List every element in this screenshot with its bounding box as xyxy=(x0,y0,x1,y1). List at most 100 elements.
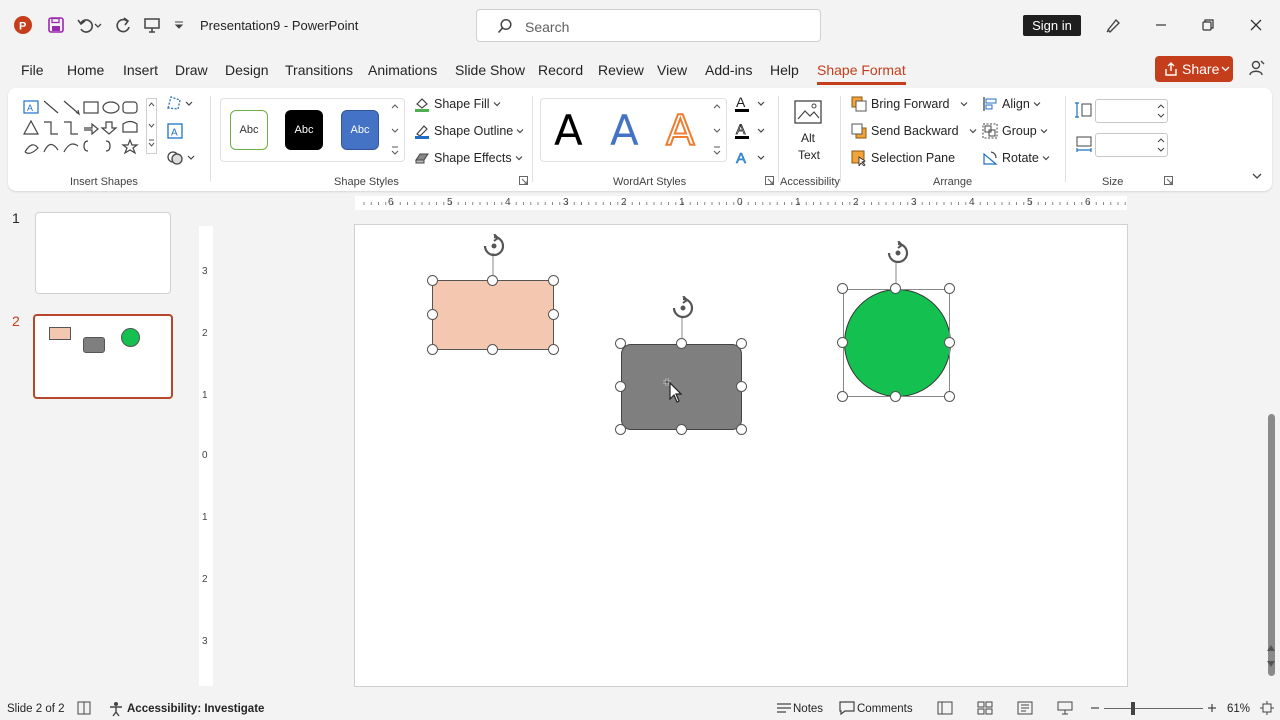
sign-in-button[interactable]: Sign in xyxy=(1023,15,1081,36)
undo-dropdown-chevron-icon[interactable] xyxy=(92,14,104,36)
slide-show-view-icon[interactable] xyxy=(1057,701,1073,715)
present-from-start-icon[interactable] xyxy=(141,14,163,36)
shapes-gallery-scroll[interactable] xyxy=(146,98,158,154)
merge-shapes-icon[interactable] xyxy=(166,148,196,166)
rotate-handle-icon[interactable] xyxy=(886,241,910,265)
text-fill-icon[interactable]: A xyxy=(734,94,768,114)
accessibility-icon[interactable] xyxy=(108,701,124,717)
resize-handle[interactable] xyxy=(837,337,848,348)
shape-style-outline-green[interactable]: Abc xyxy=(230,110,268,150)
wordart-style-blue-gradient[interactable]: A xyxy=(610,106,639,155)
shape-style-black[interactable]: Abc xyxy=(285,110,323,150)
ribbon-collapse-chevron-icon[interactable] xyxy=(1251,171,1263,181)
resize-handle[interactable] xyxy=(615,424,626,435)
tab-home[interactable]: Home xyxy=(67,62,104,78)
align-button[interactable]: Align xyxy=(982,96,1041,112)
shape-height-input[interactable] xyxy=(1095,99,1168,123)
shape-style-blue[interactable]: Abc xyxy=(341,110,379,150)
shape-effects-button[interactable]: Shape Effects xyxy=(414,150,523,166)
copilot-person-icon[interactable] xyxy=(1246,57,1268,79)
group-button[interactable]: Group xyxy=(982,123,1048,139)
resize-handle[interactable] xyxy=(736,338,747,349)
fit-to-window-icon[interactable] xyxy=(1260,701,1274,715)
save-icon[interactable] xyxy=(45,14,67,36)
resize-handle[interactable] xyxy=(890,283,901,294)
spelling-check-icon[interactable] xyxy=(77,701,91,715)
dialog-launcher-icon[interactable] xyxy=(519,176,529,186)
height-spinner-icon[interactable] xyxy=(1156,102,1166,120)
vertical-scrollbar-thumb[interactable] xyxy=(1268,414,1275,676)
redo-icon[interactable] xyxy=(112,14,134,36)
shape-width-input[interactable] xyxy=(1095,133,1168,157)
shapes-gallery[interactable]: A xyxy=(22,98,152,160)
comments-button[interactable]: Comments xyxy=(857,703,913,715)
bring-forward-button[interactable]: Bring Forward xyxy=(851,96,968,112)
selection-pane-button[interactable]: Selection Pane xyxy=(851,150,955,166)
zoom-out-icon[interactable] xyxy=(1090,701,1100,715)
slide-canvas[interactable] xyxy=(354,224,1128,687)
resize-handle[interactable] xyxy=(944,337,955,348)
share-button[interactable]: Share xyxy=(1155,56,1233,82)
resize-handle[interactable] xyxy=(487,275,498,286)
resize-handle[interactable] xyxy=(427,275,438,286)
notes-icon[interactable] xyxy=(776,701,792,715)
minimize-icon[interactable] xyxy=(1150,14,1172,36)
send-backward-button[interactable]: Send Backward xyxy=(851,123,977,139)
dialog-launcher-icon[interactable] xyxy=(1164,176,1174,186)
alt-text-button[interactable]: Alt Text xyxy=(792,96,828,166)
resize-handle[interactable] xyxy=(548,344,559,355)
search-input[interactable]: Search xyxy=(476,9,821,42)
restore-icon[interactable] xyxy=(1197,14,1219,36)
tab-help[interactable]: Help xyxy=(770,62,799,78)
resize-handle[interactable] xyxy=(944,391,955,402)
resize-handle[interactable] xyxy=(736,424,747,435)
resize-handle[interactable] xyxy=(736,381,747,392)
resize-handle[interactable] xyxy=(890,391,901,402)
shape-outline-button[interactable]: Shape Outline xyxy=(414,123,524,139)
rotate-handle-icon[interactable] xyxy=(482,234,506,258)
resize-handle[interactable] xyxy=(676,338,687,349)
resize-handle[interactable] xyxy=(837,283,848,294)
close-icon[interactable] xyxy=(1245,14,1267,36)
wordart-style-black[interactable]: A xyxy=(554,106,583,155)
resize-handle[interactable] xyxy=(944,283,955,294)
text-effects-icon[interactable]: A xyxy=(734,148,768,168)
customize-toolbar-icon[interactable] xyxy=(172,14,186,36)
slide-thumbnail-2[interactable] xyxy=(33,314,173,399)
wordart-style-orange-outline[interactable]: A xyxy=(665,105,696,156)
resize-handle[interactable] xyxy=(427,309,438,320)
resize-handle[interactable] xyxy=(837,391,848,402)
zoom-level[interactable]: 61% xyxy=(1227,703,1250,715)
edit-shape-icon[interactable] xyxy=(166,94,196,112)
shape-styles-scroll[interactable] xyxy=(389,98,401,162)
normal-view-icon[interactable] xyxy=(937,701,953,715)
rotate-button[interactable]: Rotate xyxy=(982,150,1050,166)
text-outline-icon[interactable]: A xyxy=(734,121,768,141)
tab-record[interactable]: Record xyxy=(538,62,583,78)
zoom-in-icon[interactable] xyxy=(1207,701,1217,715)
dialog-launcher-icon[interactable] xyxy=(765,176,775,186)
tab-draw[interactable]: Draw xyxy=(175,62,208,78)
tab-view[interactable]: View xyxy=(657,62,687,78)
rotate-handle-icon[interactable] xyxy=(671,296,695,320)
tab-design[interactable]: Design xyxy=(225,62,269,78)
slide-thumbnail-1[interactable] xyxy=(35,212,171,294)
shape-fill-button[interactable]: Shape Fill xyxy=(414,96,501,112)
reading-view-icon[interactable] xyxy=(1017,701,1033,715)
resize-handle[interactable] xyxy=(676,424,687,435)
tab-shape-format[interactable]: Shape Format xyxy=(817,62,906,85)
tab-add-ins[interactable]: Add-ins xyxy=(705,62,752,78)
width-spinner-icon[interactable] xyxy=(1156,136,1166,154)
tab-slide-show[interactable]: Slide Show xyxy=(455,62,525,78)
resize-handle[interactable] xyxy=(487,344,498,355)
notes-button[interactable]: Notes xyxy=(793,703,823,715)
resize-handle[interactable] xyxy=(615,338,626,349)
next-slide-icon[interactable] xyxy=(1265,658,1277,670)
accessibility-status[interactable]: Accessibility: Investigate xyxy=(127,703,264,715)
share-dropdown-chevron-icon[interactable] xyxy=(1221,64,1230,73)
resize-handle[interactable] xyxy=(427,344,438,355)
tab-file[interactable]: File xyxy=(21,62,44,78)
tab-insert[interactable]: Insert xyxy=(123,62,158,78)
designer-pen-icon[interactable] xyxy=(1102,14,1124,36)
slide-sorter-view-icon[interactable] xyxy=(977,701,993,715)
